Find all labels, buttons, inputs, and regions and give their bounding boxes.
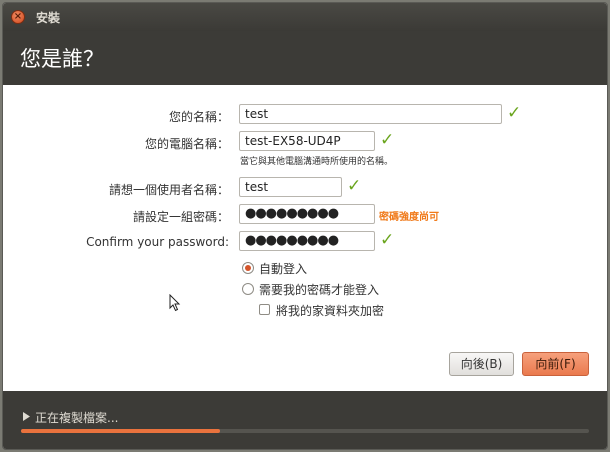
computer-name-field[interactable] — [239, 131, 375, 151]
confirm-password-field[interactable] — [239, 231, 375, 251]
back-button[interactable]: 向後(B) — [449, 352, 514, 376]
progress-bar-fill — [21, 429, 220, 433]
forward-button[interactable]: 向前(F) — [522, 352, 589, 376]
mouse-pointer-icon — [169, 294, 181, 312]
computer-name-label: 您的電腦名稱： — [144, 137, 229, 151]
page-header: 您是誰？ — [3, 31, 607, 85]
username-checkmark-icon: ✓ — [347, 176, 362, 196]
progress-bar — [21, 429, 589, 433]
username-label: 請想一個使用者名稱： — [108, 183, 229, 197]
encrypt-home-checkbox[interactable] — [259, 304, 270, 315]
progress-status: 正在複製檔案... — [35, 411, 119, 425]
close-icon[interactable]: × — [11, 10, 25, 24]
password-strength: 密碼強度尚可 — [379, 212, 439, 223]
auto-login-radio[interactable] — [242, 262, 254, 274]
name-field[interactable] — [239, 104, 502, 124]
name-label: 您的名稱： — [168, 110, 229, 124]
password-label: 請設定一組密碼： — [132, 210, 229, 224]
page-title: 您是誰？ — [20, 47, 104, 71]
confirm-checkmark-icon: ✓ — [380, 230, 395, 250]
window-title: 安裝 — [36, 11, 61, 25]
computer-name-checkmark-icon: ✓ — [380, 130, 395, 150]
installer-window: × 安裝 您是誰？ 您的名稱： ✓ 您的電腦名稱： ✓ 當它與其他電腦溝通時所使… — [2, 2, 608, 450]
require-password-radio[interactable] — [242, 283, 254, 295]
confirm-password-label: Confirm your password: — [86, 235, 229, 249]
user-form: 您的名稱： ✓ 您的電腦名稱： ✓ 當它與其他電腦溝通時所使用的名稱。 請想一個… — [3, 85, 607, 391]
progress-footer: 正在複製檔案... — [3, 391, 607, 449]
title-bar: × 安裝 — [3, 3, 607, 31]
password-field[interactable] — [239, 204, 375, 224]
triangle-right-icon[interactable] — [23, 412, 30, 421]
computer-name-hint: 當它與其他電腦溝通時所使用的名稱。 — [240, 157, 394, 167]
encrypt-home-label[interactable]: 將我的家資料夾加密 — [276, 302, 384, 319]
auto-login-label[interactable]: 自動登入 — [259, 260, 307, 277]
require-password-label[interactable]: 需要我的密碼才能登入 — [259, 281, 379, 298]
name-checkmark-icon: ✓ — [507, 103, 522, 123]
username-field[interactable] — [239, 177, 342, 197]
